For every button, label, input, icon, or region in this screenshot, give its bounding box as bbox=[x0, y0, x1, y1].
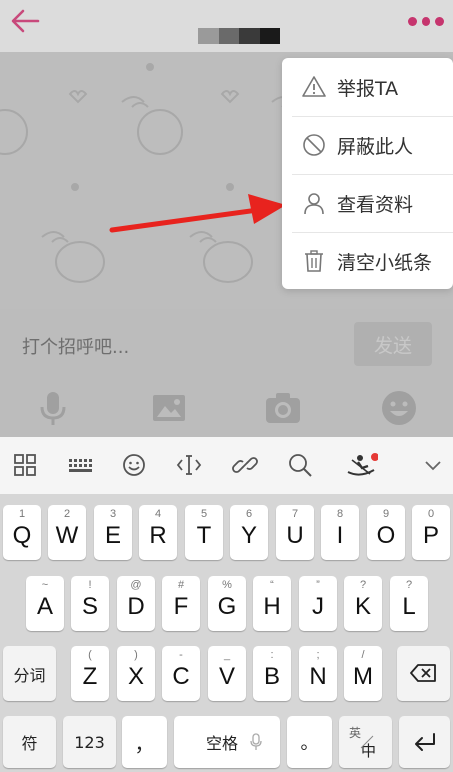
key-u[interactable]: 7U bbox=[276, 505, 314, 560]
fenci-key[interactable]: 分词 bbox=[3, 646, 56, 701]
comma-key[interactable]: ， bbox=[122, 716, 167, 768]
cursor-icon[interactable] bbox=[176, 452, 202, 478]
top-bar bbox=[0, 0, 453, 52]
warning-icon bbox=[302, 76, 326, 97]
key-y[interactable]: 6Y bbox=[230, 505, 268, 560]
key-g[interactable]: % G bbox=[208, 576, 246, 631]
backspace-key[interactable] bbox=[397, 646, 450, 701]
link-icon[interactable] bbox=[232, 452, 258, 478]
image-icon[interactable] bbox=[150, 389, 188, 427]
key-s[interactable]: ! S bbox=[71, 576, 109, 631]
trash-icon bbox=[305, 250, 323, 272]
symbol-key[interactable]: 符 bbox=[3, 716, 56, 768]
keyboard: 1Q 2W 3E 4R 5T 6Y 7U 8I 9O 0P ~ A ! S @ D #… bbox=[0, 494, 453, 772]
send-button[interactable]: 发送 bbox=[354, 322, 432, 366]
key-c[interactable]: -C bbox=[162, 646, 200, 701]
key-t[interactable]: 5T bbox=[185, 505, 223, 560]
chat-tools-row bbox=[0, 379, 453, 437]
chevron-down-icon[interactable] bbox=[420, 452, 446, 478]
key-h[interactable]: “H bbox=[253, 576, 291, 631]
backspace-icon bbox=[410, 664, 436, 682]
smiley-icon[interactable] bbox=[121, 452, 147, 478]
key-w[interactable]: 2W bbox=[48, 505, 86, 560]
space-key[interactable]: 空格 bbox=[174, 716, 280, 768]
menu-item-clear-notes[interactable]: 清空小纸条 bbox=[282, 232, 453, 290]
menu-item-label: 举报TA bbox=[337, 77, 399, 100]
key-m[interactable]: / M bbox=[344, 646, 382, 701]
key-j[interactable]: ” J bbox=[299, 576, 337, 631]
key-k[interactable]: ? K bbox=[344, 576, 382, 631]
key-f[interactable]: # F bbox=[162, 576, 200, 631]
message-input[interactable]: 打个招呼吧... bbox=[22, 333, 129, 359]
menu-item-view-profile[interactable]: 查看资料 bbox=[282, 174, 453, 232]
period-key[interactable]: 。 bbox=[287, 716, 332, 768]
microphone-icon bbox=[250, 733, 262, 750]
more-dots-icon[interactable] bbox=[408, 16, 445, 26]
arrow-left-icon[interactable] bbox=[10, 8, 40, 34]
language-switch-key[interactable]: 英 中 bbox=[339, 716, 392, 768]
key-p[interactable]: 0P bbox=[412, 505, 450, 560]
rower-icon[interactable] bbox=[346, 452, 378, 478]
message-input-row: 打个招呼吧... 发送 bbox=[0, 309, 453, 379]
microphone-icon[interactable] bbox=[34, 389, 72, 427]
title-redacted bbox=[198, 28, 280, 44]
key-n[interactable]: ; N bbox=[299, 646, 337, 701]
key-x[interactable]: ) X bbox=[117, 646, 155, 701]
key-b[interactable]: :B bbox=[253, 646, 291, 701]
key-o[interactable]: 9O bbox=[367, 505, 405, 560]
slash-divider bbox=[360, 735, 374, 749]
key-r[interactable]: 4R bbox=[139, 505, 177, 560]
menu-item-label: 屏蔽此人 bbox=[337, 135, 414, 158]
key-d[interactable]: @ D bbox=[117, 576, 155, 631]
menu-item-label: 查看资料 bbox=[337, 193, 414, 216]
enter-icon bbox=[415, 733, 435, 751]
key-a[interactable]: ~ A bbox=[26, 576, 64, 631]
red-arrow-annotation bbox=[109, 194, 286, 233]
notification-dot bbox=[371, 453, 378, 461]
emoji-icon[interactable] bbox=[380, 389, 418, 427]
key-q[interactable]: 1Q bbox=[3, 505, 41, 560]
menu-item-label: 清空小纸条 bbox=[337, 251, 433, 274]
search-icon[interactable] bbox=[287, 452, 313, 478]
number-key[interactable]: 123 bbox=[63, 716, 116, 768]
key-e[interactable]: 3E bbox=[94, 505, 132, 560]
user-icon bbox=[304, 193, 324, 215]
enter-key[interactable] bbox=[399, 716, 450, 768]
key-z[interactable]: (Z bbox=[71, 646, 109, 701]
menu-item-report[interactable]: 举报TA bbox=[282, 58, 453, 116]
key-l[interactable]: ? L bbox=[390, 576, 428, 631]
grid-icon[interactable] bbox=[12, 452, 38, 478]
keyboard-icon[interactable] bbox=[67, 452, 93, 478]
block-icon bbox=[303, 134, 325, 156]
more-menu: 举报TA 屏蔽此人 查看资料 清空小纸条 bbox=[282, 58, 453, 289]
key-i[interactable]: 8I bbox=[321, 505, 359, 560]
menu-item-block[interactable]: 屏蔽此人 bbox=[282, 116, 453, 174]
key-v[interactable]: _ V bbox=[208, 646, 246, 701]
keyboard-toolbar bbox=[0, 437, 453, 494]
camera-icon[interactable] bbox=[264, 389, 302, 427]
